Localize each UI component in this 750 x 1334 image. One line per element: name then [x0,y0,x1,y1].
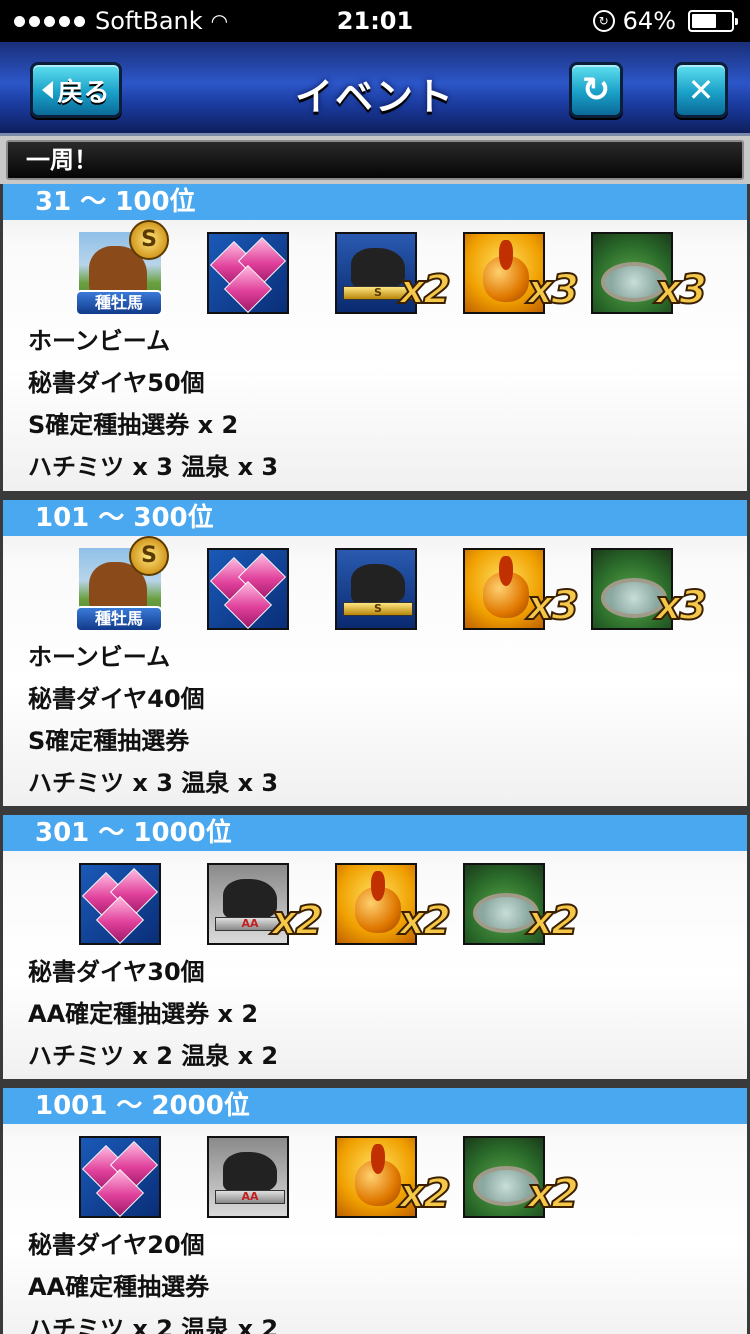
aa-ticket-icon[interactable]: AA [207,1136,289,1218]
onsen-icon[interactable]: x2 [463,863,580,945]
reward-line: 秘書ダイヤ20個 [28,1231,205,1259]
reward-line: ハチミツ x 3 温泉 x 3 [28,453,279,481]
reward-line: ハチミツ x 3 温泉 x 3 [28,769,279,797]
reward-description: ホーンビーム秘書ダイヤ40個 S確定種抽選券ハチミツ x 3 温泉 x 3 [3,636,747,804]
reward-line: 秘書ダイヤ50個 [28,369,205,397]
honey-icon[interactable]: x3 [463,232,580,314]
stallion-tag: 種牡馬 [75,290,163,316]
reward-icons: AA x2 x2 [3,1124,747,1224]
reward-description: 秘書ダイヤ20個 AA確定種抽選券ハチミツ x 2 温泉 x 2 [3,1224,747,1334]
reward-section: 1001 〜 2000位 AA x2 x2 秘書ダイヤ20個 AA確定種抽選券ハチミツ x… [3,1088,747,1334]
honey-drip [371,871,385,901]
reward-icons: AA x2 x2 x2 [3,851,747,951]
reward-icons: S 種牡馬 Sx3 x3 [3,536,747,636]
horse-silhouette [351,564,405,604]
diamond-icon[interactable] [207,548,289,630]
reward-line: S確定種抽選券 [28,727,190,755]
reward-list[interactable]: 31 〜 100位 S 種牡馬 Sx2 x3 x3 ホーンビーム 秘書ダイヤ50個 S確定種抽選… [0,184,750,1334]
stallion-icon[interactable]: S 種牡馬 [75,536,169,632]
stallion-tag: 種牡馬 [75,606,163,632]
news-ticker: 一周！ [0,136,750,184]
s-ticket-icon[interactable]: Sx2 [335,232,452,314]
diamond-icon[interactable] [207,232,289,314]
reward-line: AA確定種抽選券 [28,1273,210,1301]
quantity-label: x2 [526,898,580,944]
rotation-lock-icon: ↻ [592,10,615,32]
quantity-label: x3 [654,267,708,313]
page-title: イベント [294,75,455,119]
horse-silhouette [223,1152,277,1192]
ticket-belt: S [343,602,413,616]
reward-line: AA確定種抽選券 x 2 [28,1000,259,1028]
stallion-icon[interactable]: S 種牡馬 [75,220,169,316]
reward-section: 301 〜 1000位 AA x2 x2 x2 秘書ダイヤ30個 AA確定種抽選券 x 2ハ… [3,815,747,1079]
honey-drip [499,240,513,270]
reward-line: 秘書ダイヤ40個 [28,685,205,713]
diamond-icon[interactable] [79,1136,161,1218]
status-bar: SoftBank ◠ 21:01 ↻ 64% [0,0,750,42]
battery-icon [688,10,738,32]
header-bar: 戻る イベント ↻ ✕ [0,42,750,136]
horse-silhouette [351,248,405,288]
reward-line: ホーンビーム [28,643,171,671]
refresh-button[interactable]: ↻ [569,62,623,118]
rank-badge: S [129,220,169,260]
close-button[interactable]: ✕ [674,62,728,118]
quantity-label: x3 [526,267,580,313]
reward-section: 101 〜 300位 S 種牡馬 Sx3 x3 ホーンビーム 秘書ダイヤ40個 S確定種抽選券… [3,500,747,806]
quantity-label: x3 [654,583,708,629]
rank-range: 301 〜 1000位 [3,815,747,851]
reward-description: 秘書ダイヤ30個 AA確定種抽選券 x 2 ハチミツ x 2 温泉 x 2 [3,951,747,1077]
quantity-label: x3 [526,583,580,629]
honey-drip [371,1144,385,1174]
reward-line: ハチミツ x 2 温泉 x 2 [28,1315,279,1334]
honey-icon[interactable]: x2 [335,863,452,945]
onsen-icon[interactable]: x3 [591,548,708,630]
ticker-text: 一周！ [6,140,744,180]
quantity-label: x2 [270,898,324,944]
reward-line: ホーンビーム [28,327,171,355]
close-icon: ✕ [687,71,715,109]
rank-badge: S [129,536,169,576]
onsen-icon[interactable]: x3 [591,232,708,314]
rank-range: 1001 〜 2000位 [3,1088,747,1124]
refresh-icon: ↻ [581,70,611,110]
diamond-icon[interactable] [79,863,161,945]
quantity-label: x2 [398,898,452,944]
reward-description: ホーンビーム秘書ダイヤ50個 S確定種抽選券 x 2 ハチミツ x 3 温泉 x 3 [3,320,747,488]
reward-line: ハチミツ x 2 温泉 x 2 [28,1042,279,1070]
status-right: ↻ 64% [592,7,738,35]
honey-icon[interactable]: x2 [335,1136,452,1218]
reward-line: 秘書ダイヤ30個 [28,958,205,986]
rank-range: 101 〜 300位 [3,500,747,536]
quantity-label: x2 [398,267,452,313]
onsen-icon[interactable]: x2 [463,1136,580,1218]
quantity-label: x2 [526,1171,580,1217]
ticket-belt: AA [215,1190,285,1204]
honey-drip [499,556,513,586]
horse-silhouette [223,879,277,919]
quantity-label: x2 [398,1171,452,1217]
honey-icon[interactable]: x3 [463,548,580,630]
reward-icons: S 種牡馬 Sx2 x3 x3 [3,220,747,320]
aa-ticket-icon[interactable]: AA x2 [207,863,324,945]
s-ticket-icon[interactable]: S [335,548,417,630]
reward-section: 31 〜 100位 S 種牡馬 Sx2 x3 x3 ホーンビーム秘書ダイヤ50個 S確定種抽選… [3,184,747,491]
battery-percent: 64% [622,7,676,35]
reward-line: S確定種抽選券 x 2 [28,411,239,439]
rank-range: 31 〜 100位 [3,184,747,220]
